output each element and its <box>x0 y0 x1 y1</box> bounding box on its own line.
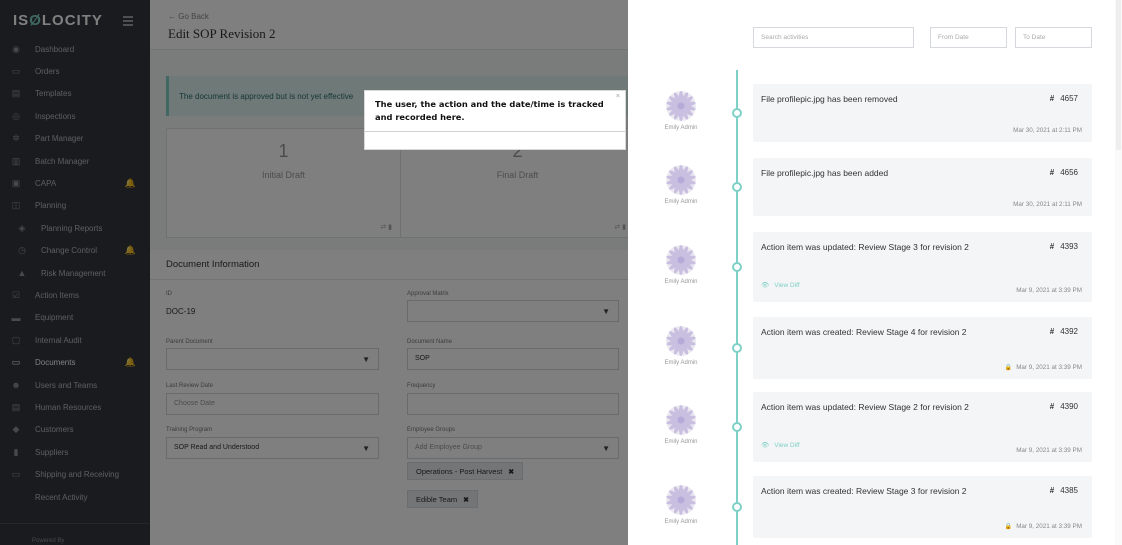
activity-id: #4393 <box>1049 242 1078 251</box>
activity-panel: Search activities From Date To Date Emil… <box>628 0 1122 545</box>
activity-message: Action item was updated: Review Stage 3 … <box>761 242 969 252</box>
activity-user: Emily Admin <box>664 439 698 445</box>
timeline-dot <box>732 182 742 192</box>
activity-card: File profilepic.jpg has been removed #465… <box>753 84 1092 142</box>
avatar <box>666 485 696 515</box>
activity-date: Mar 30, 2021 at 2:11 PM <box>1013 127 1082 134</box>
activity-id: #4656 <box>1049 168 1078 177</box>
timeline-dot <box>732 108 742 118</box>
timeline-line <box>736 70 738 545</box>
activity-date-value: Mar 9, 2021 at 3:39 PM <box>1016 364 1082 371</box>
activity-date: Mar 9, 2021 at 3:39 PM <box>1016 447 1082 454</box>
activity-id: #4390 <box>1049 402 1078 411</box>
activity-message: Action item was created: Review Stage 3 … <box>761 486 967 496</box>
from-date-input[interactable]: From Date <box>930 27 1007 48</box>
timeline-dot <box>732 502 742 512</box>
activity-id-value: 4385 <box>1060 486 1078 495</box>
activity-date: 🔒 Mar 9, 2021 at 3:39 PM <box>1005 364 1082 371</box>
eye-icon: 👁 <box>761 442 770 449</box>
activity-message: File profilepic.jpg has been added <box>761 168 889 178</box>
activity-id-value: 4392 <box>1060 327 1078 336</box>
view-diff-link[interactable]: 👁 View Diff <box>761 441 805 449</box>
activity-message: Action item was created: Review Stage 4 … <box>761 327 967 337</box>
view-diff-link[interactable]: 👁 View Diff <box>761 281 805 289</box>
activity-date-value: Mar 9, 2021 at 3:39 PM <box>1016 447 1082 454</box>
activity-user: Emily Admin <box>664 519 698 525</box>
activity-user: Emily Admin <box>664 125 698 131</box>
activity-card: Action item was updated: Review Stage 3 … <box>753 232 1092 302</box>
activity-user: Emily Admin <box>664 360 698 366</box>
activity-id-value: 4393 <box>1060 242 1078 251</box>
avatar <box>666 326 696 356</box>
activity-date-value: Mar 9, 2021 at 3:39 PM <box>1016 287 1082 294</box>
lock-icon: 🔒 <box>1004 524 1013 530</box>
activity-id: #4392 <box>1049 327 1078 336</box>
activity-date-value: Mar 30, 2021 at 2:11 PM <box>1013 201 1082 208</box>
tooltip-divider <box>365 131 625 132</box>
activity-card: Action item was updated: Review Stage 2 … <box>753 392 1092 462</box>
activity-id: #4385 <box>1049 486 1078 495</box>
modal-backdrop[interactable] <box>0 0 628 545</box>
search-activities-input[interactable]: Search activities <box>753 27 914 48</box>
view-diff-label: View Diff <box>774 282 800 289</box>
activity-id-value: 4657 <box>1060 94 1078 103</box>
avatar <box>666 245 696 275</box>
timeline-dot <box>732 262 742 272</box>
activity-date-value: Mar 30, 2021 at 2:11 PM <box>1013 127 1082 134</box>
activity-card: Action item was created: Review Stage 3 … <box>753 476 1092 538</box>
view-diff-label: View Diff <box>774 442 800 449</box>
activity-message: Action item was updated: Review Stage 2 … <box>761 402 969 412</box>
avatar <box>666 405 696 435</box>
lock-icon: 🔒 <box>1004 365 1013 371</box>
activity-date: Mar 9, 2021 at 3:39 PM <box>1016 287 1082 294</box>
activity-id-value: 4390 <box>1060 402 1078 411</box>
avatar <box>666 91 696 121</box>
activity-card: File profilepic.jpg has been added #4656 M… <box>753 158 1092 216</box>
activity-user: Emily Admin <box>664 279 698 285</box>
eye-icon: 👁 <box>761 282 770 289</box>
close-icon[interactable]: × <box>616 93 620 100</box>
to-date-input[interactable]: To Date <box>1015 27 1092 48</box>
activity-id-value: 4656 <box>1060 168 1078 177</box>
scrollbar[interactable] <box>1115 0 1122 545</box>
tour-tooltip: The user, the action and the date/time i… <box>364 90 626 150</box>
activity-date-value: Mar 9, 2021 at 3:39 PM <box>1016 523 1082 530</box>
activity-date: Mar 30, 2021 at 2:11 PM <box>1013 201 1082 208</box>
activity-user: Emily Admin <box>664 199 698 205</box>
timeline-dot <box>732 343 742 353</box>
tooltip-text: The user, the action and the date/time i… <box>375 99 604 122</box>
activity-id: #4657 <box>1049 94 1078 103</box>
avatar <box>666 165 696 195</box>
timeline-dot <box>732 422 742 432</box>
activity-date: 🔒 Mar 9, 2021 at 3:39 PM <box>1005 523 1082 530</box>
activity-message: File profilepic.jpg has been removed <box>761 94 898 104</box>
activity-card: Action item was created: Review Stage 4 … <box>753 317 1092 379</box>
